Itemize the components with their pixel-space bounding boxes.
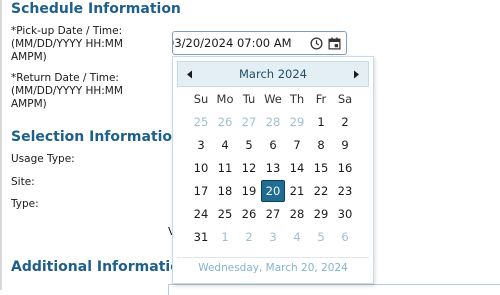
calendar-day[interactable]: 22 — [309, 180, 333, 202]
calendar-day[interactable]: 15 — [309, 157, 333, 179]
calendar-day[interactable]: 24 — [189, 203, 213, 225]
calendar-day[interactable]: 17 — [189, 180, 213, 202]
calendar-day[interactable]: 26 — [213, 111, 237, 133]
site-label: Site: — [11, 176, 35, 188]
calendar-day[interactable]: 9 — [333, 134, 357, 156]
calendar-day[interactable]: 13 — [261, 157, 285, 179]
pickup-datetime-input[interactable]: 03/20/2024 07:00 AM — [172, 31, 347, 55]
calendar-day[interactable]: 1 — [213, 226, 237, 248]
calendar-day[interactable]: 19 — [237, 180, 261, 202]
weekday-header: Th — [289, 92, 305, 106]
clock-icon[interactable] — [307, 32, 325, 54]
pickup-date-label: *Pick-up Date / Time: (MM/DD/YYYY HH:MM … — [11, 25, 123, 63]
calendar-day[interactable]: 23 — [333, 180, 357, 202]
calendar-day[interactable]: 3 — [261, 226, 285, 248]
calendar-icon[interactable] — [325, 32, 343, 54]
left-border — [0, 0, 2, 290]
next-month-button[interactable] — [346, 62, 366, 86]
calendar-day[interactable]: 28 — [261, 111, 285, 133]
calendar-day[interactable]: 30 — [333, 203, 357, 225]
date-picker-popup: March 2024 Su Mo Tu We Th Fr Sa 25 26 27 28 29 1 2 3 4 5… — [172, 56, 374, 284]
calendar-month-label: March 2024 — [239, 67, 307, 81]
selected-date-footer[interactable]: Wednesday, March 20, 2024 — [177, 257, 369, 278]
calendar-day[interactable]: 3 — [189, 134, 213, 156]
weekday-header: Mo — [216, 92, 234, 106]
selection-section-title: Selection Information — [11, 129, 183, 145]
pickup-datetime-value[interactable]: 03/20/2024 07:00 AM — [173, 36, 307, 50]
calendar-day[interactable]: 29 — [309, 203, 333, 225]
calendar-day[interactable]: 14 — [285, 157, 309, 179]
calendar-day[interactable]: 2 — [237, 226, 261, 248]
calendar-day[interactable]: 10 — [189, 157, 213, 179]
calendar-day[interactable]: 31 — [189, 226, 213, 248]
calendar-day[interactable]: 6 — [261, 134, 285, 156]
calendar-day[interactable]: 8 — [309, 134, 333, 156]
calendar-day[interactable]: 2 — [333, 111, 357, 133]
weekday-header: Su — [193, 92, 209, 106]
calendar-day[interactable]: 6 — [333, 226, 357, 248]
calendar-day[interactable]: 1 — [309, 111, 333, 133]
weekday-header: We — [264, 92, 282, 106]
calendar-day-selected[interactable]: 20 — [261, 180, 285, 202]
additional-section-title: Additional Information — [11, 259, 190, 275]
return-date-label: *Return Date / Time: (MM/DD/YYYY HH:MM A… — [11, 72, 123, 110]
prev-month-button[interactable] — [180, 62, 200, 86]
type-label: Type: — [11, 198, 39, 210]
usage-type-label: Usage Type: — [11, 153, 75, 165]
calendar-day[interactable]: 4 — [213, 134, 237, 156]
weekday-header: Tu — [242, 92, 256, 106]
triangle-right-icon — [354, 70, 359, 78]
schedule-section-title: Schedule Information — [11, 1, 181, 17]
calendar-day[interactable]: 5 — [309, 226, 333, 248]
calendar-day[interactable]: 27 — [261, 203, 285, 225]
calendar-day[interactable]: 7 — [285, 134, 309, 156]
calendar-day[interactable]: 27 — [237, 111, 261, 133]
calendar-day[interactable]: 5 — [237, 134, 261, 156]
calendar-header: March 2024 — [177, 61, 369, 87]
weekday-header: Fr — [315, 92, 327, 106]
weekday-header: Sa — [337, 92, 353, 106]
calendar-day[interactable]: 16 — [333, 157, 357, 179]
calendar-day[interactable]: 4 — [285, 226, 309, 248]
calendar-day[interactable]: 18 — [213, 180, 237, 202]
calendar-day[interactable]: 29 — [285, 111, 309, 133]
calendar-day[interactable]: 25 — [189, 111, 213, 133]
calendar-day[interactable]: 26 — [237, 203, 261, 225]
calendar-day[interactable]: 25 — [213, 203, 237, 225]
calendar-day[interactable]: 28 — [285, 203, 309, 225]
calendar-day[interactable]: 11 — [213, 157, 237, 179]
calendar-day[interactable]: 12 — [237, 157, 261, 179]
triangle-left-icon — [187, 70, 192, 78]
calendar-day[interactable]: 21 — [285, 180, 309, 202]
